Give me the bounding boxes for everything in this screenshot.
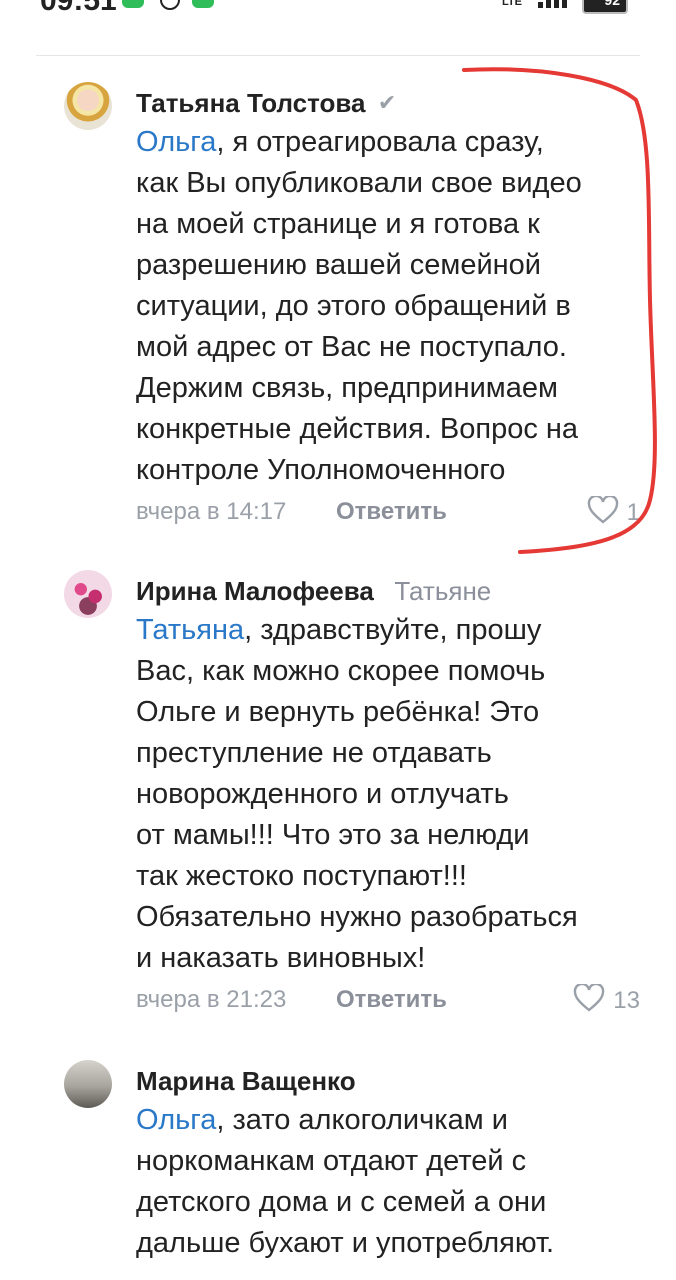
- author-name[interactable]: Марина Ващенко: [136, 1066, 356, 1096]
- comment-header: Ирина Малофеева Татьяне: [136, 576, 491, 607]
- mention-link[interactable]: Ольга: [136, 1104, 216, 1136]
- comment-meta: вчера в 21:23 Ответить 13: [136, 984, 640, 1016]
- author-name[interactable]: Ирина Малофеева: [136, 576, 374, 606]
- comment-time: вчера в 21:23: [136, 986, 287, 1013]
- comment-text: Татьяна, здравствуйте, прошу Вас, как мо…: [136, 614, 578, 974]
- author-name[interactable]: Татьяна Толстова: [136, 88, 365, 118]
- mention-link[interactable]: Ольга: [136, 126, 216, 158]
- heart-icon: [574, 984, 605, 1012]
- app-notification-icon-2: [192, 0, 214, 8]
- battery-level: 92: [604, 0, 620, 8]
- shield-icon: [160, 0, 180, 10]
- like-count: 13: [613, 987, 640, 1014]
- comment-text: Ольга, я отреагировала сразу, как Вы опу…: [136, 126, 582, 486]
- comment-header: Татьяна Толстова ✔: [136, 88, 396, 119]
- comment-time: вчера в 14:17: [136, 498, 287, 525]
- comment-text: Ольга, зато алкоголичкам и норкоманкам о…: [136, 1104, 555, 1259]
- app-notification-icon: [122, 0, 144, 8]
- checkmark-icon: ✔: [377, 90, 397, 115]
- avatar[interactable]: [64, 1060, 112, 1108]
- status-bar: 09:51 LTE 92: [0, 0, 676, 18]
- comment-meta: вчера в 14:17 Ответить 1: [136, 496, 640, 528]
- reply-button[interactable]: Ответить: [336, 498, 447, 526]
- like-button[interactable]: 1: [587, 496, 640, 527]
- network-type: LTE: [502, 0, 522, 8]
- like-button[interactable]: 13: [573, 984, 640, 1015]
- comment-header: Марина Ващенко: [136, 1066, 356, 1097]
- mention-link[interactable]: Татьяна: [136, 614, 244, 646]
- battery-icon: 92: [582, 0, 628, 14]
- signal-icon: [538, 0, 572, 8]
- avatar[interactable]: [64, 82, 112, 130]
- status-time: 09:51: [40, 0, 117, 17]
- reply-to-label[interactable]: Татьяне: [394, 576, 491, 606]
- divider: [36, 55, 640, 56]
- heart-icon: [587, 496, 618, 524]
- like-count: 1: [626, 499, 640, 526]
- reply-button[interactable]: Ответить: [336, 986, 447, 1014]
- bottom-edge: [0, 1266, 676, 1280]
- avatar[interactable]: [64, 570, 112, 618]
